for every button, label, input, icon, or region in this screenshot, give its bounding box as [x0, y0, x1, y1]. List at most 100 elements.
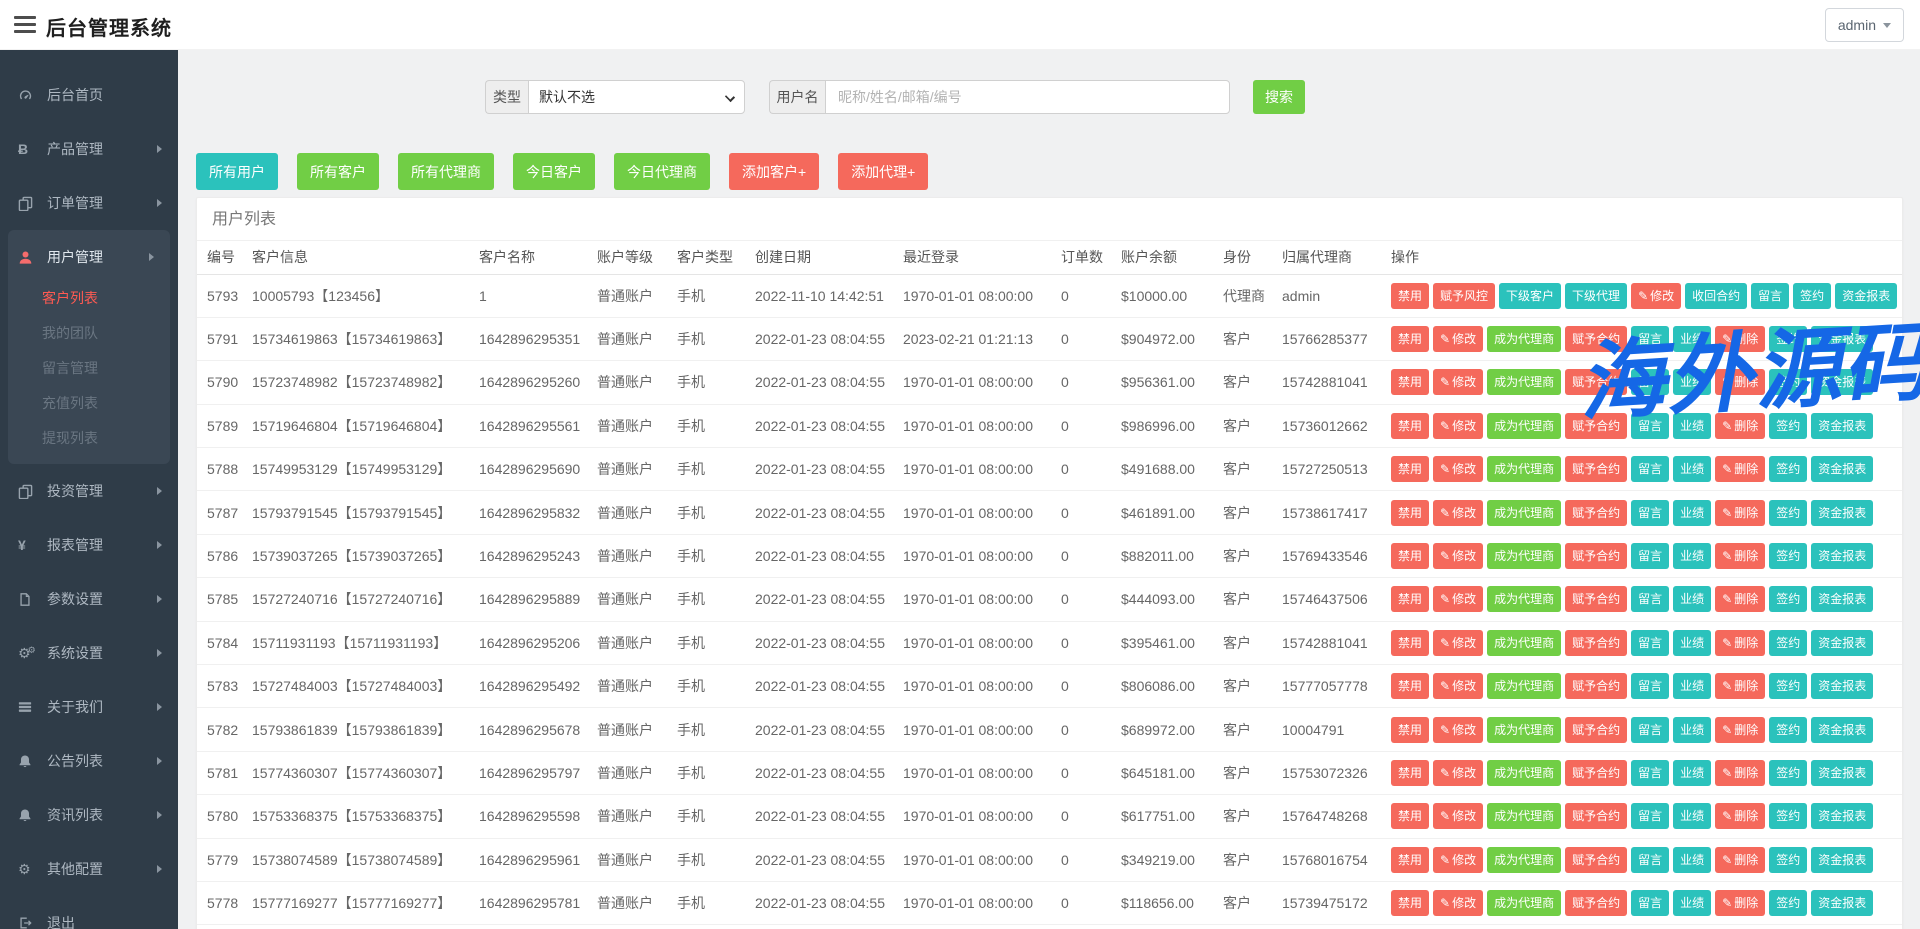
- cell-agent-link[interactable]: 15777057778: [1282, 665, 1391, 708]
- action-button-grant-contract[interactable]: 赋予合约: [1565, 543, 1627, 569]
- sidebar-item-message-manage[interactable]: 留言管理: [8, 351, 170, 386]
- username-input[interactable]: [825, 80, 1230, 114]
- action-button-funds-report[interactable]: 资金报表: [1811, 456, 1873, 482]
- filter-button-today-agents[interactable]: 今日代理商: [614, 153, 710, 190]
- action-button-edit[interactable]: ✎修改: [1433, 456, 1483, 482]
- action-button-performance[interactable]: 业绩: [1673, 586, 1711, 612]
- sidebar-item-announcements[interactable]: 公告列表: [0, 734, 178, 788]
- filter-button-today-customers[interactable]: 今日客户: [513, 153, 595, 190]
- action-button-performance[interactable]: 业绩: [1673, 803, 1711, 829]
- action-button-sub-agents[interactable]: 下级代理: [1565, 283, 1627, 309]
- sidebar-item-withdraw-list[interactable]: 提现列表: [8, 421, 170, 456]
- action-button-performance[interactable]: 业绩: [1673, 543, 1711, 569]
- action-button-grant-contract[interactable]: 赋予合约: [1565, 630, 1627, 656]
- action-button-sign[interactable]: 签约: [1769, 803, 1807, 829]
- action-button-grant-contract[interactable]: 赋予合约: [1565, 673, 1627, 699]
- action-button-delete[interactable]: ✎删除: [1715, 543, 1765, 569]
- action-button-funds-report[interactable]: 资金报表: [1811, 413, 1873, 439]
- action-button-disable[interactable]: 禁用: [1391, 890, 1429, 916]
- action-button-message[interactable]: 留言: [1631, 456, 1669, 482]
- action-button-grant-contract[interactable]: 赋予合约: [1565, 717, 1627, 743]
- action-button-message[interactable]: 留言: [1631, 630, 1669, 656]
- action-button-grant-contract[interactable]: 赋予合约: [1565, 890, 1627, 916]
- action-button-delete[interactable]: ✎删除: [1715, 369, 1765, 395]
- action-button-delete[interactable]: ✎删除: [1715, 326, 1765, 352]
- cell-agent-link[interactable]: 15739475172: [1282, 881, 1391, 924]
- action-button-message[interactable]: 留言: [1631, 413, 1669, 439]
- action-button-sign[interactable]: 签约: [1769, 630, 1807, 656]
- action-button-delete[interactable]: ✎删除: [1715, 890, 1765, 916]
- action-button-grant-contract[interactable]: 赋予合约: [1565, 847, 1627, 873]
- action-button-performance[interactable]: 业绩: [1673, 760, 1711, 786]
- action-button-make-agent[interactable]: 成为代理商: [1487, 413, 1561, 439]
- action-button-disable[interactable]: 禁用: [1391, 847, 1429, 873]
- action-button-delete[interactable]: ✎删除: [1715, 717, 1765, 743]
- action-button-performance[interactable]: 业绩: [1673, 847, 1711, 873]
- action-button-disable[interactable]: 禁用: [1391, 760, 1429, 786]
- action-button-disable[interactable]: 禁用: [1391, 630, 1429, 656]
- action-button-funds-report[interactable]: 资金报表: [1811, 500, 1873, 526]
- sidebar-item-params[interactable]: 参数设置: [0, 572, 178, 626]
- action-button-disable[interactable]: 禁用: [1391, 369, 1429, 395]
- action-button-sub-customers[interactable]: 下级客户: [1499, 283, 1561, 309]
- action-button-message[interactable]: 留言: [1631, 803, 1669, 829]
- action-button-delete[interactable]: ✎删除: [1715, 847, 1765, 873]
- action-button-delete[interactable]: ✎删除: [1715, 803, 1765, 829]
- action-button-edit[interactable]: ✎修改: [1433, 890, 1483, 916]
- sidebar-item-logout[interactable]: 退出: [0, 896, 178, 929]
- cell-agent-link[interactable]: 15736012662: [1282, 404, 1391, 447]
- action-button-funds-report[interactable]: 资金报表: [1811, 673, 1873, 699]
- action-button-disable[interactable]: 禁用: [1391, 543, 1429, 569]
- filter-button-all-customers[interactable]: 所有客户: [297, 153, 379, 190]
- action-button-disable[interactable]: 禁用: [1391, 456, 1429, 482]
- action-button-funds-report[interactable]: 资金报表: [1811, 326, 1873, 352]
- action-button-sign[interactable]: 签约: [1769, 500, 1807, 526]
- action-button-edit[interactable]: ✎修改: [1433, 673, 1483, 699]
- action-button-performance[interactable]: 业绩: [1673, 456, 1711, 482]
- sidebar-item-reports[interactable]: ¥报表管理: [0, 518, 178, 572]
- action-button-message[interactable]: 留言: [1631, 586, 1669, 612]
- action-button-edit[interactable]: ✎修改: [1433, 803, 1483, 829]
- action-button-grant-contract[interactable]: 赋予合约: [1565, 500, 1627, 526]
- cell-agent-link[interactable]: 15769433546: [1282, 534, 1391, 577]
- action-button-make-agent[interactable]: 成为代理商: [1487, 717, 1561, 743]
- action-button-edit[interactable]: ✎修改: [1433, 326, 1483, 352]
- action-button-sign[interactable]: 签约: [1769, 326, 1807, 352]
- action-button-delete[interactable]: ✎删除: [1715, 586, 1765, 612]
- action-button-message[interactable]: 留言: [1631, 326, 1669, 352]
- action-button-disable[interactable]: 禁用: [1391, 326, 1429, 352]
- type-select[interactable]: 默认不选: [528, 80, 745, 114]
- action-button-make-agent[interactable]: 成为代理商: [1487, 456, 1561, 482]
- action-button-funds-report[interactable]: 资金报表: [1811, 803, 1873, 829]
- action-button-disable[interactable]: 禁用: [1391, 500, 1429, 526]
- action-button-delete[interactable]: ✎删除: [1715, 760, 1765, 786]
- action-button-performance[interactable]: 业绩: [1673, 673, 1711, 699]
- action-button-disable[interactable]: 禁用: [1391, 413, 1429, 439]
- action-button-edit[interactable]: ✎修改: [1433, 630, 1483, 656]
- action-button-sign[interactable]: 签约: [1769, 890, 1807, 916]
- search-button[interactable]: 搜索: [1253, 80, 1305, 114]
- action-button-make-agent[interactable]: 成为代理商: [1487, 586, 1561, 612]
- action-button-risk-control[interactable]: 赋予风控: [1433, 283, 1495, 309]
- action-button-grant-contract[interactable]: 赋予合约: [1565, 760, 1627, 786]
- cell-agent-link[interactable]: 15742881041: [1282, 361, 1391, 404]
- action-button-grant-contract[interactable]: 赋予合约: [1565, 369, 1627, 395]
- sidebar-item-users[interactable]: 用户管理: [8, 233, 170, 281]
- action-button-make-agent[interactable]: 成为代理商: [1487, 673, 1561, 699]
- action-button-make-agent[interactable]: 成为代理商: [1487, 500, 1561, 526]
- action-button-funds-report[interactable]: 资金报表: [1811, 586, 1873, 612]
- action-button-edit[interactable]: ✎修改: [1433, 543, 1483, 569]
- action-button-make-agent[interactable]: 成为代理商: [1487, 760, 1561, 786]
- action-button-message[interactable]: 留言: [1631, 500, 1669, 526]
- action-button-grant-contract[interactable]: 赋予合约: [1565, 586, 1627, 612]
- action-button-grant-contract[interactable]: 赋予合约: [1565, 326, 1627, 352]
- filter-button-add-agent[interactable]: 添加代理+: [838, 153, 928, 190]
- sidebar-item-home[interactable]: 后台首页: [0, 68, 178, 122]
- cell-agent-link[interactable]: 15766285377: [1282, 317, 1391, 360]
- cell-agent-link[interactable]: 15753072326: [1282, 751, 1391, 794]
- action-button-performance[interactable]: 业绩: [1673, 630, 1711, 656]
- action-button-sign[interactable]: 签约: [1769, 847, 1807, 873]
- action-button-message[interactable]: 留言: [1631, 760, 1669, 786]
- action-button-message[interactable]: 留言: [1751, 283, 1789, 309]
- action-button-funds-report[interactable]: 资金报表: [1811, 760, 1873, 786]
